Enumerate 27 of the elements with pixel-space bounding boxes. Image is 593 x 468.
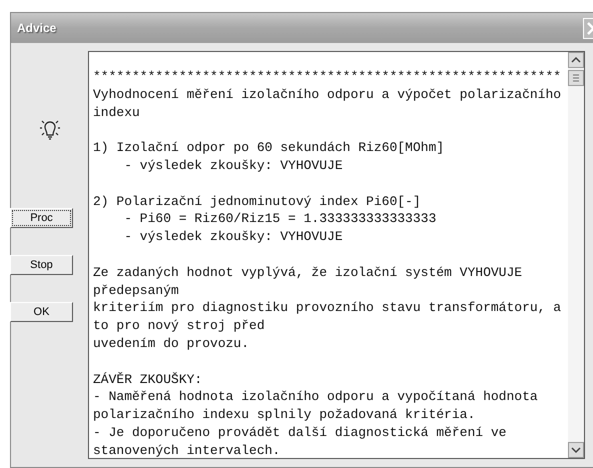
- dialog-button[interactable]: Stop: [10, 255, 73, 275]
- report-line: - Naměřená hodnota izolačního odporu a vypočítaná hodnota: [93, 388, 538, 406]
- report-line: 1) Izolační odpor po 60 sekundách Riz60[MOhm]: [93, 139, 444, 157]
- report-line: - Je doporučeno provádět další diagnostická měření ve: [93, 424, 506, 442]
- report-line: - Pi60 = Riz60/Riz15 = 1.333333333333333: [123, 210, 436, 228]
- report-line: uvedením do provozu.: [93, 334, 250, 353]
- scroll-bar[interactable]: [568, 52, 584, 458]
- report-line: to pro nový stroj před: [93, 317, 265, 335]
- report-line: - výsledek zkoušky: VYHOVUJE: [123, 228, 343, 246]
- report-line: indexu: [93, 104, 140, 122]
- report-text-area[interactable]: [88, 51, 585, 459]
- scroll-up-icon[interactable]: [568, 52, 584, 68]
- report-line: polarizačního indexu splnily požadovaná kritéria.: [93, 406, 476, 424]
- report-line: ZÁVĚR ZKOUŠKY:: [93, 370, 202, 388]
- scroll-down-icon[interactable]: [568, 442, 584, 458]
- report-line: stanovených intervalech.: [93, 442, 280, 458]
- report-line: - výsledek zkoušky: VYHOVUJE: [123, 156, 343, 175]
- report-line: 2) Polarizační jednominutový index Pi60[-]: [93, 192, 421, 210]
- report-line: Vyhodnocení měření izolačního odporu a výpočet polarizačního: [93, 86, 562, 104]
- scroll-thumb[interactable]: [568, 70, 584, 86]
- dialog-button[interactable]: Proc: [10, 208, 73, 228]
- report-line: ************************************************************: [93, 68, 562, 86]
- report-line: předepsaným: [93, 282, 179, 300]
- report-line: Ze zadaných hodnot vyplývá, že izolační systém VYHOVUJE: [93, 264, 522, 282]
- dialog-button[interactable]: OK: [10, 302, 73, 322]
- window-title: Advice: [17, 21, 56, 35]
- report-line: kriteriím pro diagnostiku provozního stavu transformátoru, a: [93, 299, 562, 318]
